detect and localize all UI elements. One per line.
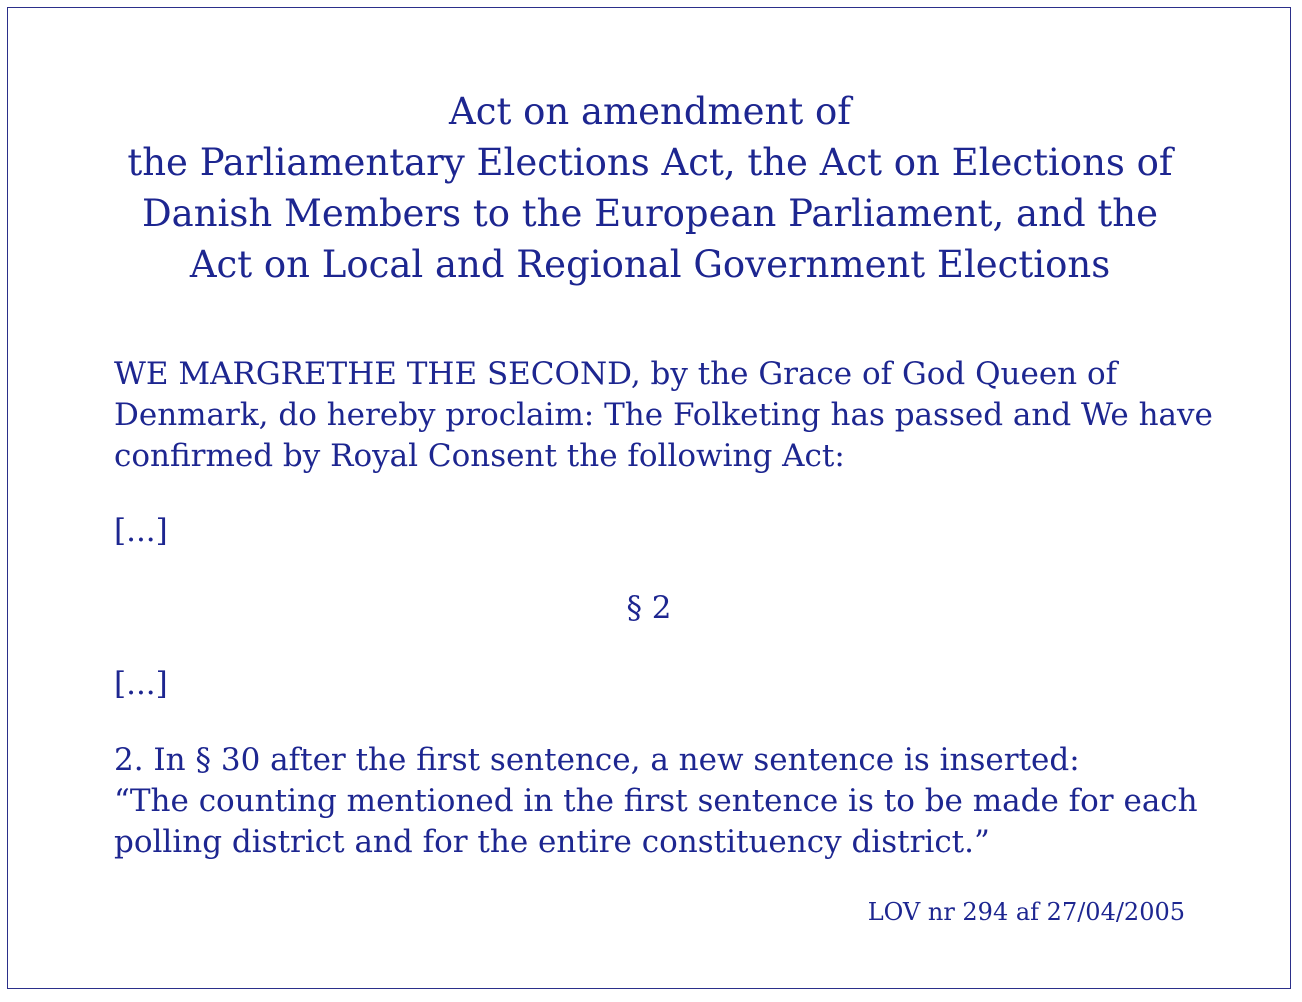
title-line: Danish Members to the European Parliamen… bbox=[142, 192, 1158, 235]
proclamation-line: Denmark, do hereby proclaim: The Folketi… bbox=[114, 397, 1213, 433]
title-line: Act on amendment of bbox=[449, 90, 851, 133]
section-heading: § 2 bbox=[626, 590, 672, 626]
amendment-line: “The counting mentioned in the first sen… bbox=[114, 783, 1198, 819]
document: Act on amendment of the Parliamentary El… bbox=[0, 0, 1302, 1002]
title-line: Act on Local and Regional Government Ele… bbox=[189, 243, 1111, 286]
omission-marker: [...] bbox=[114, 513, 168, 549]
proclamation-line: confirmed by Royal Consent the following… bbox=[114, 438, 845, 474]
amendment-line: polling district and for the entire cons… bbox=[114, 824, 990, 860]
law-reference: LOV nr 294 af 27/04/2005 bbox=[867, 898, 1185, 926]
amendment-paragraph: 2. In § 30 after the first sentence, a n… bbox=[114, 740, 1198, 863]
omission-marker: [...] bbox=[114, 666, 168, 702]
proclamation-line: WE MARGRETHE THE SECOND, by the Grace of… bbox=[114, 356, 1118, 392]
title-line: the Parliamentary Elections Act, the Act… bbox=[127, 141, 1173, 184]
proclamation-paragraph: WE MARGRETHE THE SECOND, by the Grace of… bbox=[114, 354, 1213, 477]
amendment-line: 2. In § 30 after the first sentence, a n… bbox=[114, 742, 1080, 778]
document-title: Act on amendment of the Parliamentary El… bbox=[100, 86, 1200, 290]
